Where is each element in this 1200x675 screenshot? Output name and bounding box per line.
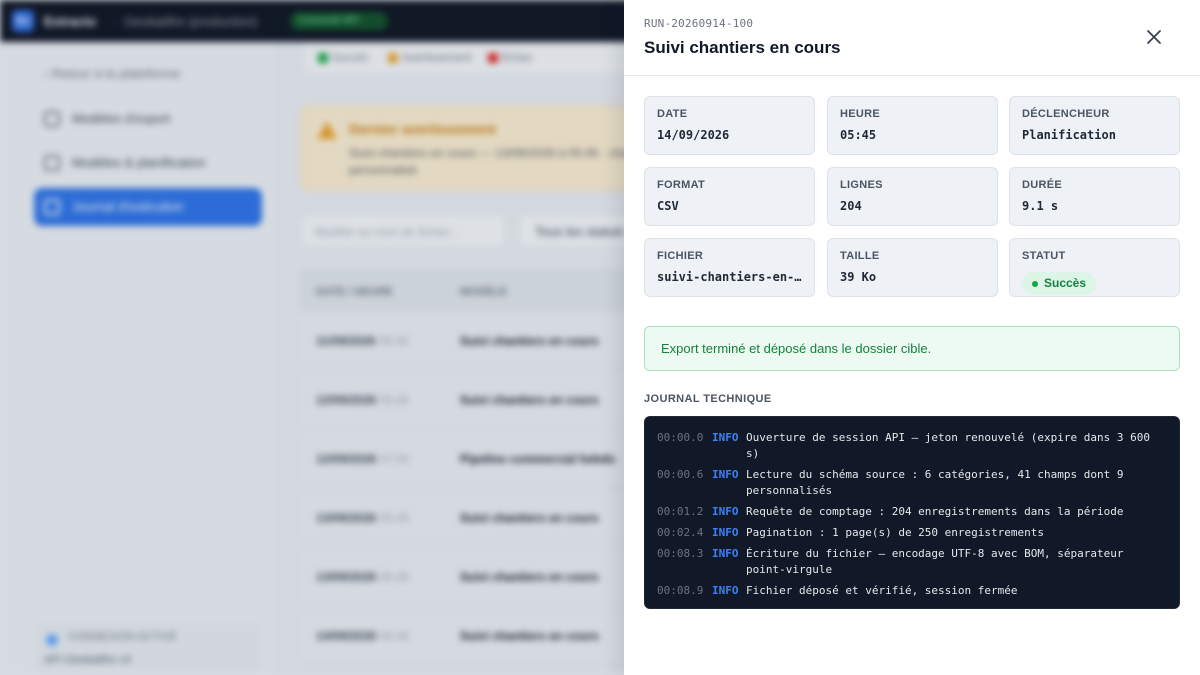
technical-log: 00:00.0 INFO Ouverture de session API — … xyxy=(644,416,1180,609)
log-level: INFO xyxy=(712,468,739,481)
drawer-title: Suivi chantiers en cours xyxy=(644,38,841,57)
drawer-header: RUN-20260914-100 Suivi chantiers en cour… xyxy=(624,0,1200,76)
run-id: RUN-20260914-100 xyxy=(644,17,754,30)
log-timestamp: 00:01.2 xyxy=(657,505,704,518)
detail-value: 05:45 xyxy=(840,128,877,142)
log-level: INFO xyxy=(712,431,739,444)
detail-value: 39 Ko xyxy=(840,270,877,284)
log-timestamp: 00:08.3 xyxy=(657,547,704,560)
detail-card-time: HEURE 05:45 xyxy=(827,96,998,155)
log-line: 00:08.3 INFO Écriture du fichier — encod… xyxy=(657,546,1167,578)
log-message: Lecture du schéma source : 6 catégories,… xyxy=(746,468,1124,497)
detail-label: HEURE xyxy=(840,108,881,120)
modal-backdrop[interactable] xyxy=(0,0,624,675)
log-line: 00:08.9 INFO Fichier déposé et vérifié, … xyxy=(657,583,1167,599)
detail-card-status: STATUT Succès xyxy=(1009,238,1180,297)
detail-label: DÉCLENCHEUR xyxy=(1022,108,1110,120)
log-level: INFO xyxy=(712,547,739,560)
log-line: 00:00.6 INFO Lecture du schéma source : … xyxy=(657,467,1167,499)
log-line: 00:01.2 INFO Requête de comptage : 204 e… xyxy=(657,504,1167,520)
log-line: 00:02.4 INFO Pagination : 1 page(s) de 2… xyxy=(657,525,1167,541)
status-badge: Succès xyxy=(1022,272,1097,295)
log-level: INFO xyxy=(712,526,739,539)
log-timestamp: 00:08.9 xyxy=(657,584,704,597)
detail-value: 14/09/2026 xyxy=(657,128,730,142)
detail-card-file: FICHIER suivi-chantiers-en-cours_2026-09… xyxy=(644,238,815,297)
detail-card-rows: LIGNES 204 xyxy=(827,167,998,226)
technical-log-title: JOURNAL TECHNIQUE xyxy=(644,393,772,405)
detail-label: FORMAT xyxy=(657,179,706,191)
run-detail-drawer: RUN-20260914-100 Suivi chantiers en cour… xyxy=(624,0,1200,675)
detail-label: DATE xyxy=(657,108,688,120)
detail-label: FICHIER xyxy=(657,250,704,262)
log-line: 00:00.0 INFO Ouverture de session API — … xyxy=(657,430,1167,462)
log-message: Fichier déposé et vérifié, session fermé… xyxy=(746,584,1018,597)
log-timestamp: 00:02.4 xyxy=(657,526,704,539)
log-timestamp: 00:00.0 xyxy=(657,431,704,444)
log-message: Ouverture de session API — jeton renouve… xyxy=(746,431,1150,460)
success-message: Export terminé et déposé dans le dossier… xyxy=(644,326,1180,371)
detail-label: STATUT xyxy=(1022,250,1066,262)
detail-value: Planification xyxy=(1022,128,1116,142)
detail-card-size: TAILLE 39 Ko xyxy=(827,238,998,297)
log-timestamp: 00:00.6 xyxy=(657,468,704,481)
log-message: Pagination : 1 page(s) de 250 enregistre… xyxy=(746,526,1045,539)
detail-value: CSV xyxy=(657,199,679,213)
detail-card-trigger: DÉCLENCHEUR Planification xyxy=(1009,96,1180,155)
detail-value: suivi-chantiers-en-cours_2026-09-14.csv xyxy=(657,270,807,284)
status-dot-icon xyxy=(1032,281,1038,287)
log-message: Écriture du fichier — encodage UTF-8 ave… xyxy=(746,547,1124,576)
log-message: Requête de comptage : 204 enregistrement… xyxy=(746,505,1124,518)
log-level: INFO xyxy=(712,505,739,518)
detail-card-date: DATE 14/09/2026 xyxy=(644,96,815,155)
detail-card-format: FORMAT CSV xyxy=(644,167,815,226)
detail-label: LIGNES xyxy=(840,179,883,191)
detail-label: DURÉE xyxy=(1022,179,1063,191)
detail-label: TAILLE xyxy=(840,250,880,262)
log-level: INFO xyxy=(712,584,739,597)
detail-value: 204 xyxy=(840,199,862,213)
close-icon xyxy=(1147,30,1161,44)
detail-card-duration: DURÉE 9.1 s xyxy=(1009,167,1180,226)
close-button[interactable] xyxy=(1140,23,1168,51)
detail-value: 9.1 s xyxy=(1022,199,1059,213)
